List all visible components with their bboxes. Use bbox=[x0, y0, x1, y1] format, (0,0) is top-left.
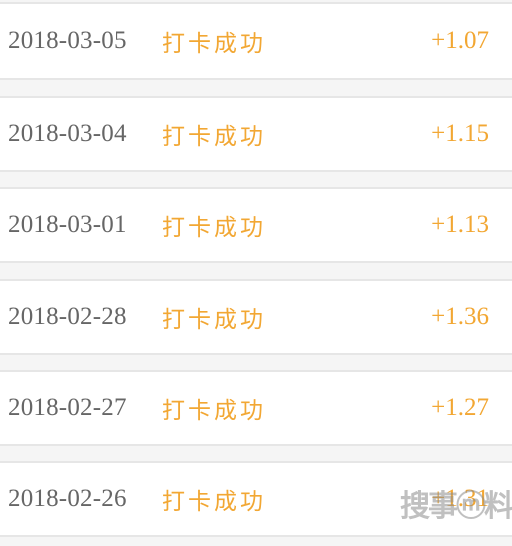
record-status: 打卡成功 bbox=[162, 307, 266, 333]
record-date: 2018-02-28 bbox=[8, 303, 127, 330]
record-row[interactable]: 2018-02-28 打卡成功 +1.36 bbox=[0, 281, 512, 353]
record-status: 打卡成功 bbox=[162, 398, 266, 424]
record-status: 打卡成功 bbox=[162, 31, 266, 57]
row-separator bbox=[0, 535, 512, 546]
record-date: 2018-02-27 bbox=[8, 394, 127, 421]
row-separator bbox=[0, 353, 512, 372]
record-date: 2018-03-04 bbox=[8, 120, 127, 147]
record-status: 打卡成功 bbox=[162, 124, 266, 150]
row-separator bbox=[0, 170, 512, 189]
record-status: 打卡成功 bbox=[162, 489, 266, 515]
record-points: +1.07 bbox=[431, 27, 489, 54]
record-row[interactable]: 2018-02-27 打卡成功 +1.27 bbox=[0, 372, 512, 444]
record-status: 打卡成功 bbox=[162, 215, 266, 241]
record-row[interactable]: 2018-02-26 打卡成功 +1.31 bbox=[0, 463, 512, 535]
record-points: +1.27 bbox=[431, 394, 489, 421]
row-separator bbox=[0, 78, 512, 98]
record-points: +1.13 bbox=[431, 211, 489, 238]
record-date: 2018-03-01 bbox=[8, 211, 127, 238]
record-row[interactable]: 2018-03-04 打卡成功 +1.15 bbox=[0, 98, 512, 170]
record-points: +1.31 bbox=[431, 485, 489, 512]
record-points: +1.36 bbox=[431, 303, 489, 330]
record-date: 2018-02-26 bbox=[8, 485, 127, 512]
record-row[interactable]: 2018-03-01 打卡成功 +1.13 bbox=[0, 189, 512, 261]
record-row[interactable]: 2018-03-05 打卡成功 +1.07 bbox=[0, 4, 512, 78]
record-date: 2018-03-05 bbox=[8, 27, 127, 54]
record-points: +1.15 bbox=[431, 120, 489, 147]
row-separator bbox=[0, 444, 512, 463]
row-separator bbox=[0, 261, 512, 281]
